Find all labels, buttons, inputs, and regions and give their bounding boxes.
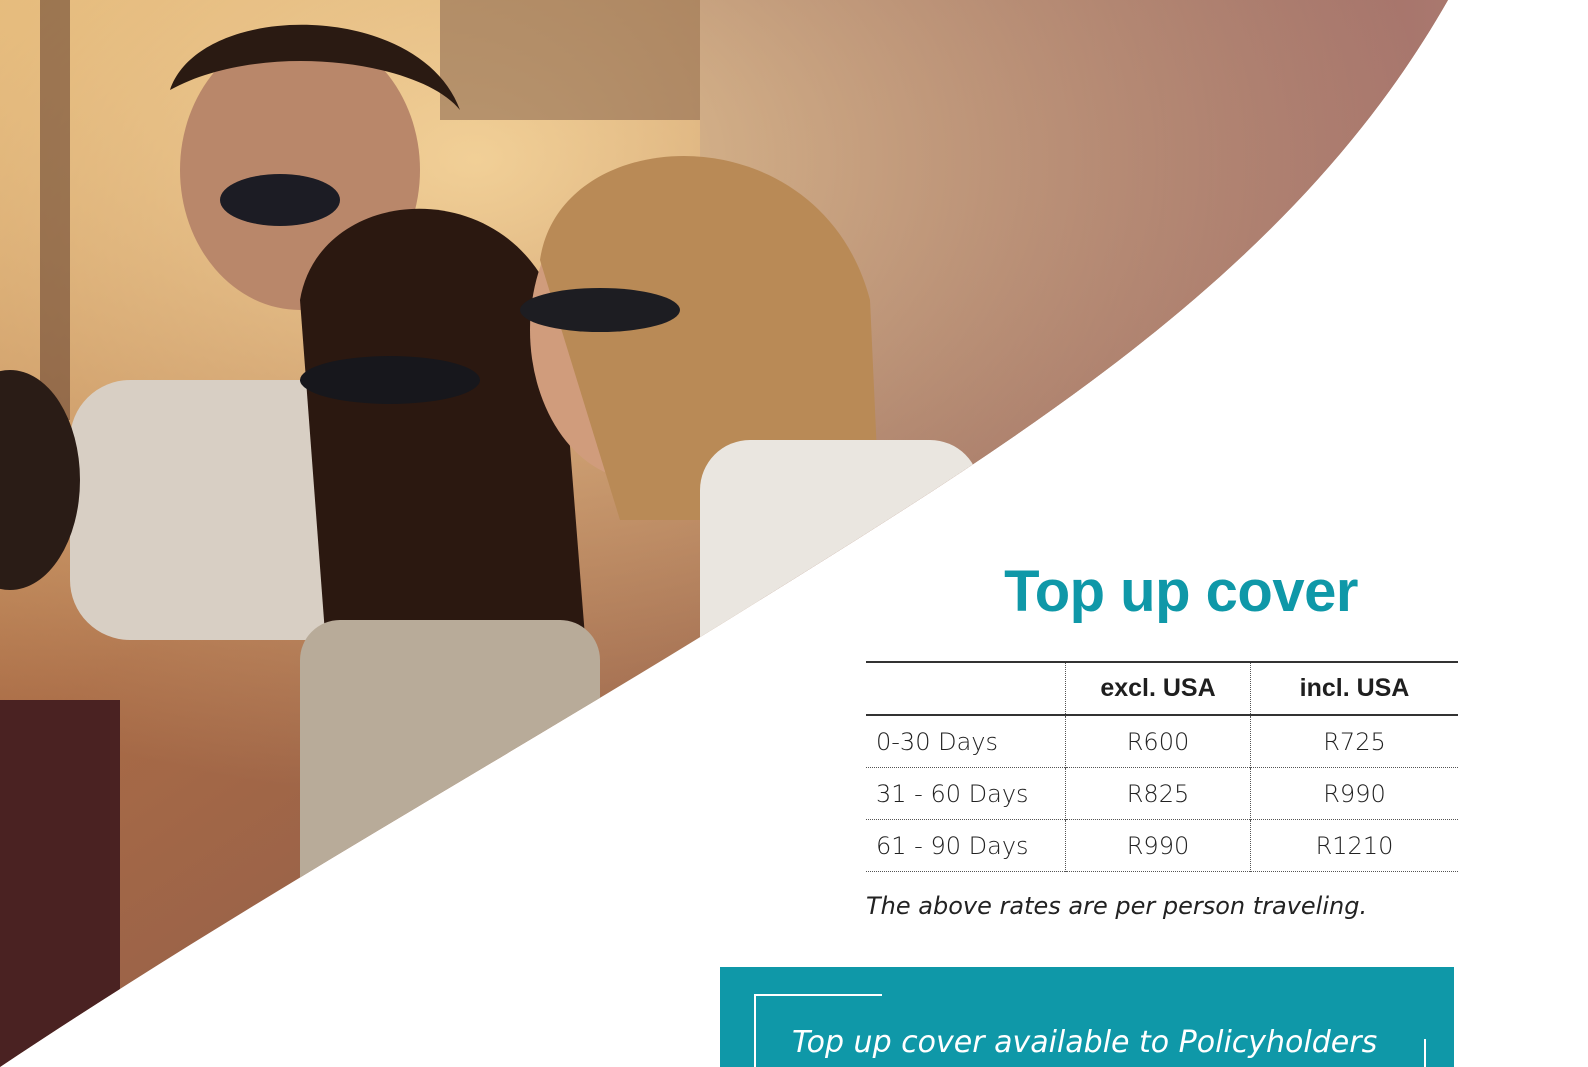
brochure-page: Top up cover excl. USA incl. USA 0-30 Da… — [0, 0, 1588, 1067]
rates-note: The above rates are per person traveling… — [866, 892, 1368, 920]
banner-frame-top — [754, 994, 882, 996]
period-cell: 31 - 60 Days — [876, 779, 1029, 808]
table-row: 31 - 60 Days R825 R990 — [866, 767, 1458, 820]
excl-usa-cell: R990 — [1065, 819, 1251, 872]
incl-usa-cell: R1210 — [1250, 819, 1458, 872]
header-empty — [866, 662, 1066, 715]
header-excl-usa: excl. USA — [1065, 662, 1251, 715]
banner-frame-left — [754, 994, 756, 1067]
excl-usa-cell: R825 — [1065, 767, 1251, 820]
period-cell: 61 - 90 Days — [876, 831, 1029, 860]
rates-table: excl. USA incl. USA 0-30 Days R600 R725 … — [866, 661, 1458, 872]
page-title: Top up cover — [1004, 559, 1358, 624]
info-banner: Top up cover available to Policyholders — [720, 967, 1454, 1067]
period-cell: 0-30 Days — [876, 727, 998, 756]
header-incl-usa: incl. USA — [1250, 662, 1458, 715]
banner-text: Top up cover available to Policyholders — [792, 1025, 1378, 1060]
excl-usa-cell: R600 — [1065, 715, 1251, 768]
table-header-row: excl. USA incl. USA — [866, 662, 1458, 715]
banner-frame-right — [1424, 1039, 1426, 1067]
table-row: 0-30 Days R600 R725 — [866, 715, 1458, 768]
incl-usa-cell: R990 — [1250, 767, 1458, 820]
incl-usa-cell: R725 — [1250, 715, 1458, 768]
table-row: 61 - 90 Days R990 R1210 — [866, 819, 1458, 872]
